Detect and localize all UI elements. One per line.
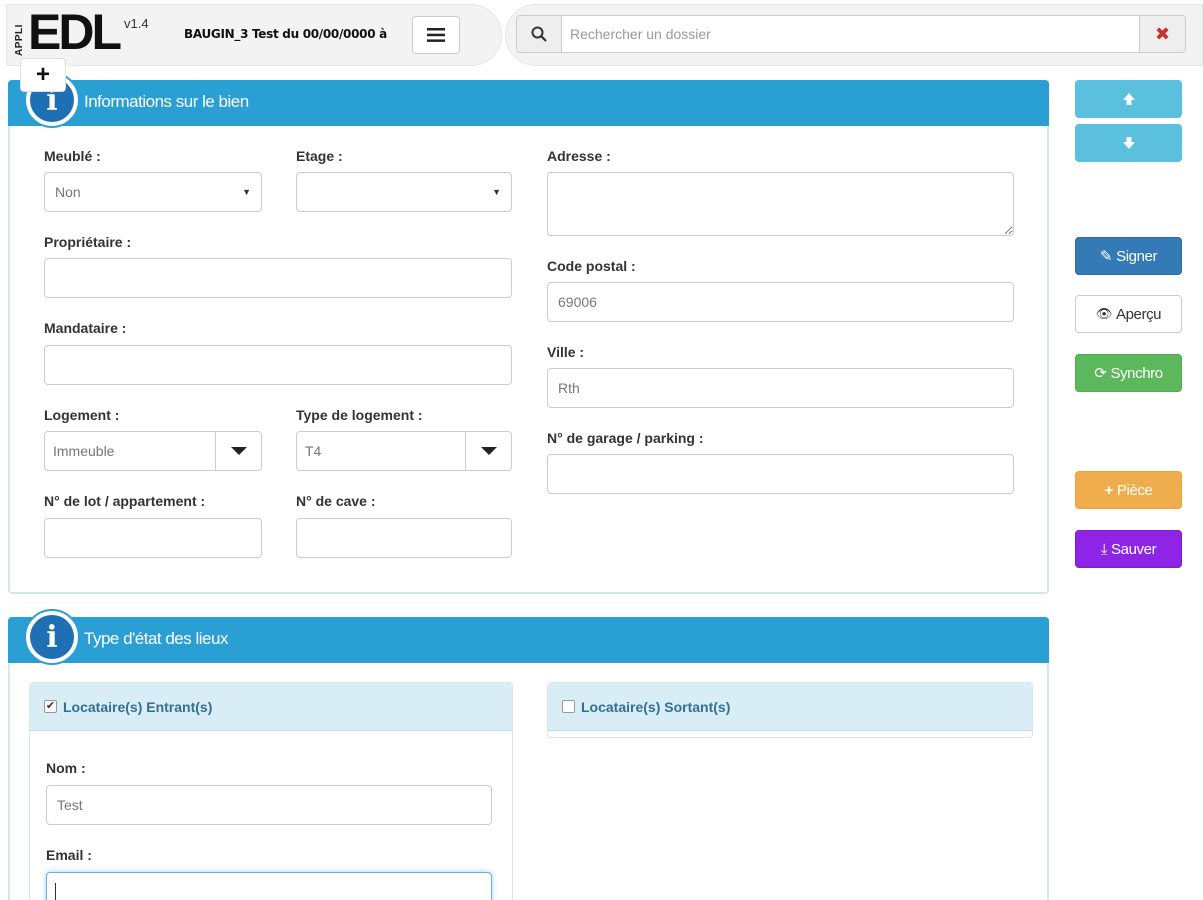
- sortant-section: Locataire(s) Sortant(s): [547, 682, 1033, 738]
- add-piece-button[interactable]: + Pièce: [1075, 471, 1182, 509]
- dossier-label: BAUGIN_3 Test du 00/00/0000 à: [184, 27, 387, 41]
- sauver-button[interactable]: ⤓ Sauver: [1075, 530, 1182, 568]
- menu-button[interactable]: [412, 16, 460, 54]
- lot-field[interactable]: [44, 518, 262, 558]
- version-label: v1.4: [124, 16, 149, 31]
- sortant-label: Locataire(s) Sortant(s): [581, 698, 731, 715]
- email-label: Email :: [46, 847, 92, 863]
- search-group: ✖: [516, 15, 1186, 53]
- cave-label: N° de cave :: [296, 493, 376, 509]
- code-postal-label: Code postal :: [547, 258, 636, 274]
- logo-prefix: APPLI: [14, 24, 25, 56]
- dropdown-toggle[interactable]: [465, 432, 511, 470]
- info-panel-title: Informations sur le bien: [84, 92, 249, 111]
- info-icon: i: [24, 609, 80, 665]
- nom-field[interactable]: Test: [46, 785, 492, 825]
- nom-label: Nom :: [46, 760, 86, 776]
- download-icon: ⤓: [1100, 540, 1108, 558]
- dropdown-toggle[interactable]: [215, 432, 261, 470]
- scroll-up-button[interactable]: [1075, 80, 1182, 118]
- top-bar: APPLI EDL v1.4 BAUGIN_3 Test du 00/00/00…: [0, 0, 1203, 68]
- info-panel: i Informations sur le bien Meublé : Non ▼…: [8, 72, 1049, 594]
- clear-search-icon[interactable]: ✖: [1139, 16, 1185, 52]
- entrant-checkbox[interactable]: ✔: [44, 700, 57, 713]
- add-button[interactable]: +: [20, 58, 66, 92]
- code-postal-field[interactable]: 69006: [547, 282, 1014, 322]
- plus-icon: +: [1104, 481, 1114, 499]
- entrant-section: ✔ Locataire(s) Entrant(s) Nom : Test Ema…: [29, 682, 513, 900]
- synchro-button[interactable]: ⟳ Synchro: [1075, 354, 1182, 392]
- type-logement-select[interactable]: T4: [296, 431, 512, 471]
- search-input[interactable]: [562, 16, 1139, 52]
- garage-field[interactable]: [547, 454, 1014, 494]
- chevron-down-icon: ▼: [492, 187, 501, 197]
- info-panel-header: i Informations sur le bien: [8, 72, 1049, 128]
- search-icon[interactable]: [517, 16, 562, 52]
- sortant-header[interactable]: Locataire(s) Sortant(s): [548, 683, 1032, 731]
- etage-label: Etage :: [296, 148, 343, 164]
- text-cursor: [55, 883, 56, 900]
- lot-label: N° de lot / appartement :: [44, 493, 206, 509]
- caret-down-icon: [230, 447, 247, 455]
- type-panel-header: i Type d'état des lieux: [8, 609, 1049, 665]
- scroll-down-button[interactable]: [1075, 124, 1182, 162]
- adresse-field[interactable]: [547, 172, 1014, 236]
- ville-field[interactable]: Rth: [547, 368, 1014, 408]
- eye-icon: 👁: [1095, 306, 1113, 321]
- type-panel-title: Type d'état des lieux: [84, 629, 228, 648]
- caret-down-icon: [480, 447, 497, 455]
- chevron-down-icon: ▼: [242, 187, 251, 197]
- type-logement-label: Type de logement :: [296, 407, 423, 423]
- meuble-select[interactable]: Non ▼: [44, 172, 262, 212]
- mandataire-field[interactable]: [44, 345, 512, 385]
- arrow-down-icon: [1122, 137, 1135, 149]
- entrant-header[interactable]: ✔ Locataire(s) Entrant(s): [30, 683, 512, 731]
- edit-icon: ✎: [1099, 248, 1113, 265]
- adresse-label: Adresse :: [547, 148, 611, 164]
- email-field[interactable]: [46, 872, 492, 900]
- logo: EDL: [28, 4, 122, 60]
- mandataire-label: Mandataire :: [44, 320, 127, 336]
- sortant-checkbox[interactable]: [562, 700, 575, 713]
- refresh-icon: ⟳: [1094, 365, 1107, 382]
- apercu-button[interactable]: 👁 Aperçu: [1075, 295, 1182, 333]
- meuble-label: Meublé :: [44, 148, 101, 164]
- entrant-label: Locataire(s) Entrant(s): [63, 698, 213, 715]
- ville-label: Ville :: [547, 344, 585, 360]
- arrow-up-icon: [1122, 93, 1135, 105]
- proprietaire-label: Propriétaire :: [44, 234, 132, 250]
- signer-button[interactable]: ✎ Signer: [1075, 237, 1182, 275]
- hamburger-icon: [427, 28, 445, 42]
- proprietaire-field[interactable]: [44, 258, 512, 298]
- etage-select[interactable]: ▼: [296, 172, 512, 212]
- logement-select[interactable]: Immeuble: [44, 431, 262, 471]
- logement-label: Logement :: [44, 407, 120, 423]
- garage-label: N° de garage / parking :: [547, 430, 704, 446]
- type-panel: i Type d'état des lieux ✔ Locataire(s) E…: [8, 609, 1049, 900]
- cave-field[interactable]: [296, 518, 512, 558]
